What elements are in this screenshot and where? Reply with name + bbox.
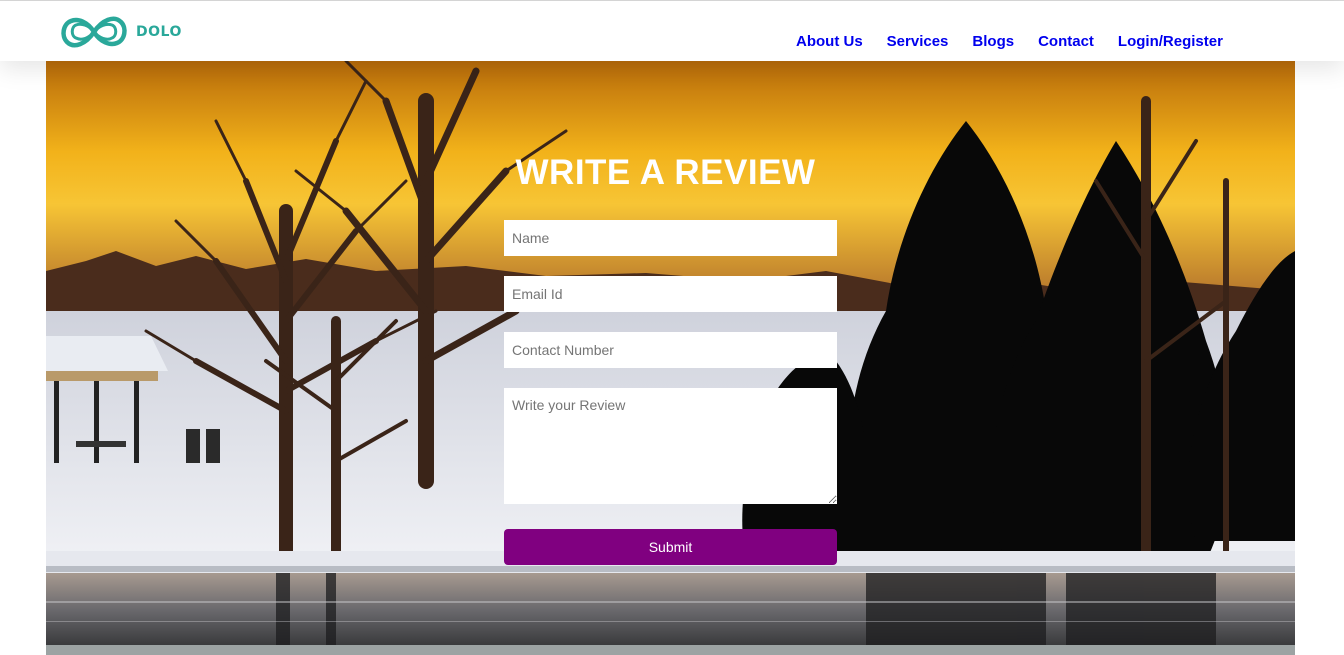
review-textarea[interactable] [504, 388, 837, 504]
hero-bottom-strip [46, 645, 1295, 655]
nav-services[interactable]: Services [887, 33, 949, 50]
nav-contact[interactable]: Contact [1038, 33, 1094, 50]
nav-login-register[interactable]: Login/Register [1118, 33, 1223, 50]
name-input[interactable] [504, 220, 837, 256]
contact-number-input[interactable] [504, 332, 837, 368]
email-input[interactable] [504, 276, 837, 312]
navbar: DOLO About Us Services Blogs Contact Log… [0, 1, 1344, 61]
infinity-icon [61, 16, 127, 48]
submit-button[interactable]: Submit [504, 529, 837, 565]
nav-about-us[interactable]: About Us [796, 33, 863, 50]
brand-name: DOLO [136, 24, 182, 40]
brand-logo[interactable]: DOLO [58, 13, 182, 51]
main-nav: About Us Services Blogs Contact Login/Re… [796, 33, 1247, 50]
nav-blogs[interactable]: Blogs [972, 33, 1014, 50]
write-review-title: WRITE A REVIEW [515, 153, 816, 193]
